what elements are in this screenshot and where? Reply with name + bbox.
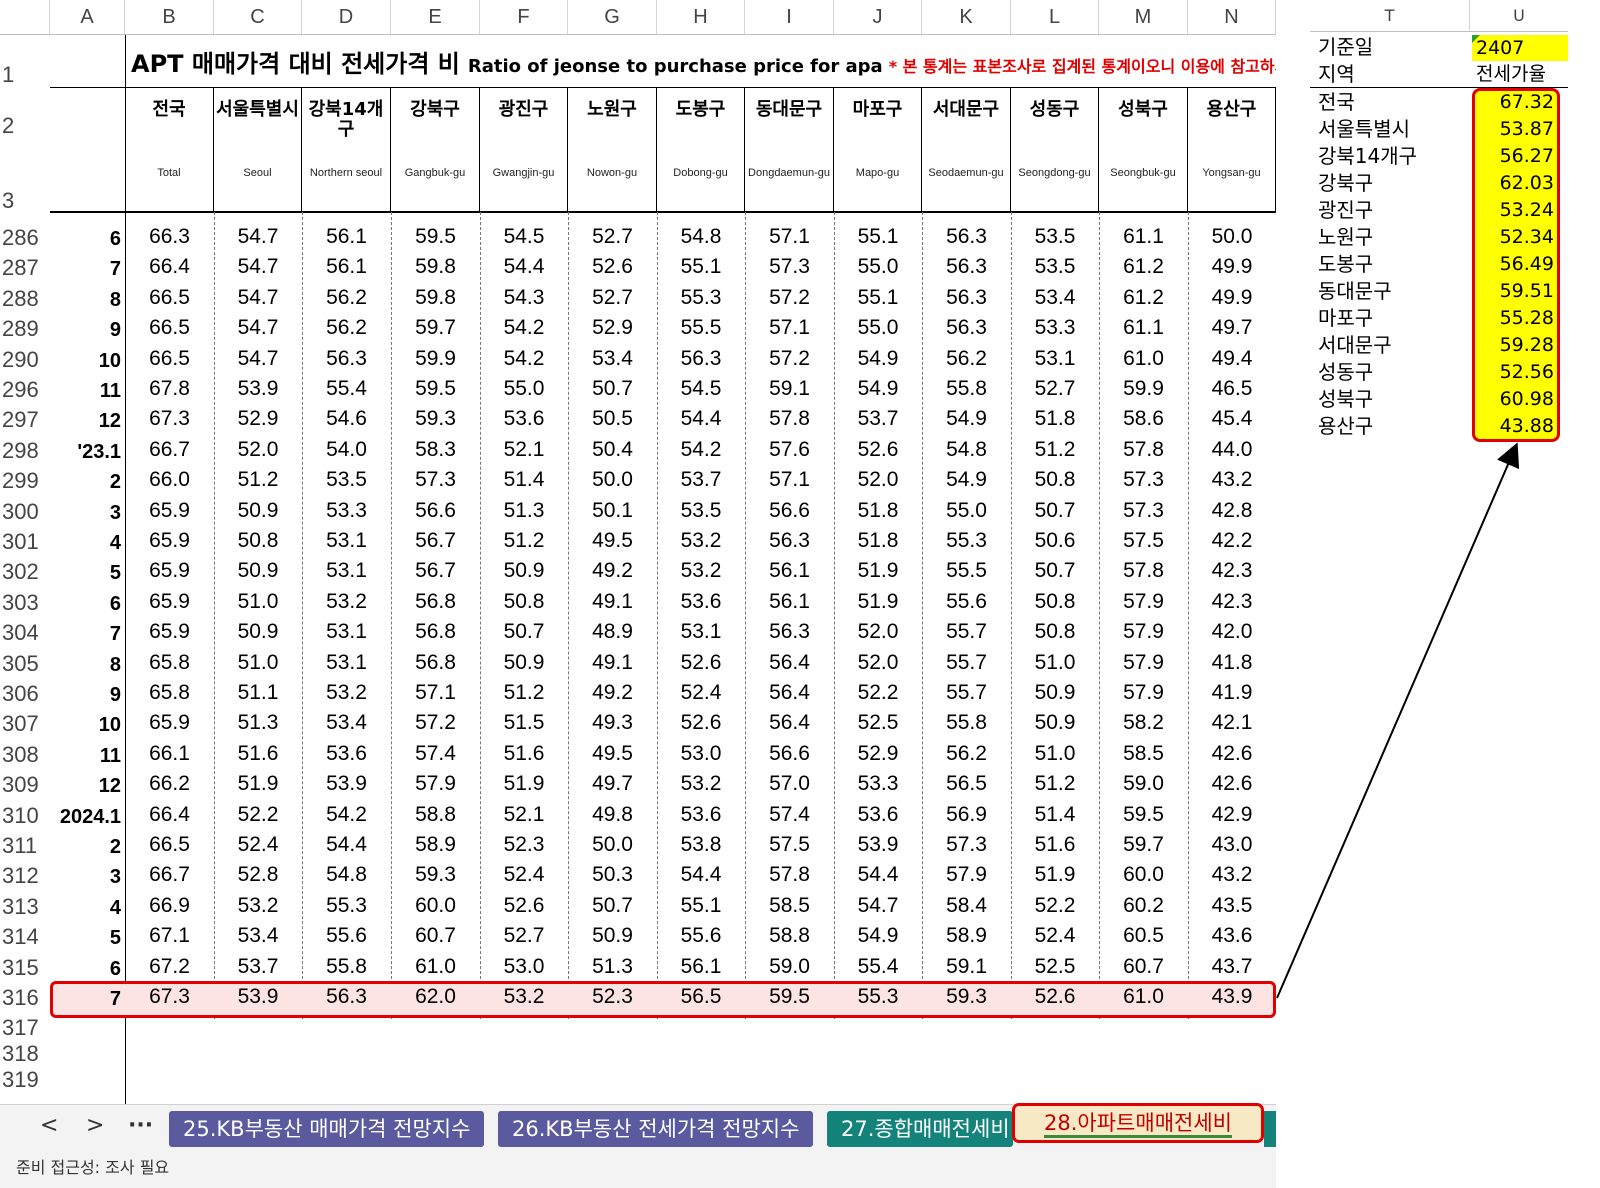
arrow-line [1276,442,1520,999]
arrow-connector [1276,442,1520,999]
